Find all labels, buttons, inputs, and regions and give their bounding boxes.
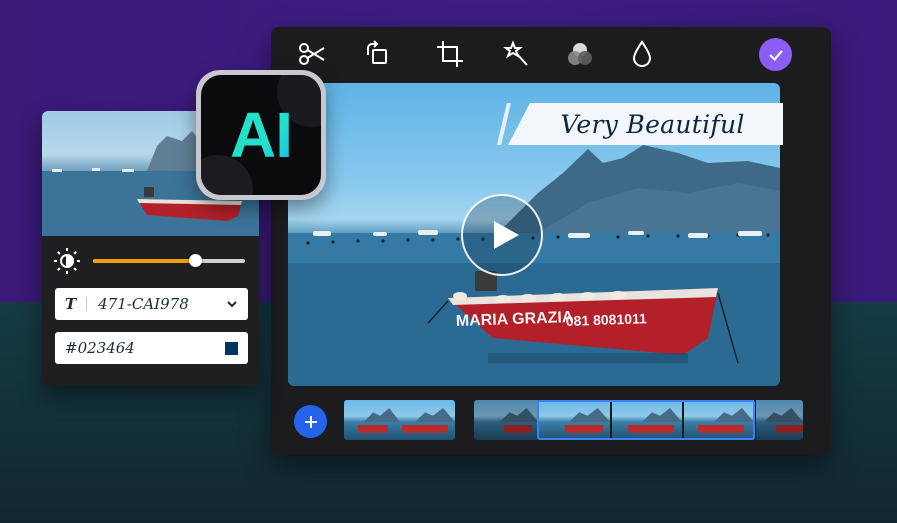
color-hex-value: #023464 <box>65 339 135 357</box>
clip-thumbnail <box>474 400 538 440</box>
field-divider <box>86 297 88 311</box>
title-text-overlay[interactable]: Very Beautiful <box>508 103 783 145</box>
play-icon <box>494 221 519 249</box>
clip-thumbnail <box>344 400 400 440</box>
timeline-clip-2[interactable] <box>474 400 803 440</box>
scissors-icon[interactable] <box>295 37 329 71</box>
ai-logo: AI <box>201 75 321 195</box>
brightness-slider[interactable] <box>93 254 245 267</box>
check-icon <box>768 49 783 61</box>
brightness-icon <box>54 248 80 274</box>
text-format-icon: T <box>65 295 77 313</box>
font-select-value: 471-CAI978 <box>98 295 189 313</box>
plus-icon <box>304 415 317 428</box>
title-text: Very Beautiful <box>560 109 745 139</box>
ai-badge: AI <box>196 70 326 200</box>
timeline-clip-1[interactable] <box>344 400 455 440</box>
rotate-icon[interactable] <box>360 37 394 71</box>
color-filter-icon[interactable] <box>563 37 597 71</box>
water-drop-icon[interactable] <box>625 37 659 71</box>
clip-thumbnail <box>612 400 682 440</box>
editor-toolbar <box>271 27 831 83</box>
font-select[interactable]: T 471-CAI978 <box>55 288 248 320</box>
play-button[interactable] <box>461 194 543 276</box>
brightness-slider-fill <box>93 259 195 263</box>
boat-number-text: 081 8081011 <box>566 310 648 329</box>
clip-thumbnail <box>756 400 803 440</box>
crop-icon[interactable] <box>433 37 467 71</box>
confirm-button[interactable] <box>759 38 792 71</box>
chevron-down-icon <box>226 298 238 310</box>
brightness-slider-handle[interactable] <box>188 254 202 267</box>
clip-thumbnail <box>400 400 455 440</box>
ai-label: AI <box>230 99 293 171</box>
clip-thumbnail <box>684 400 754 440</box>
color-swatch[interactable] <box>225 341 238 355</box>
color-hex-input[interactable]: #023464 <box>55 332 248 364</box>
magic-wand-icon[interactable] <box>499 37 533 71</box>
clip-thumbnail <box>539 400 610 440</box>
add-clip-button[interactable] <box>294 405 327 438</box>
